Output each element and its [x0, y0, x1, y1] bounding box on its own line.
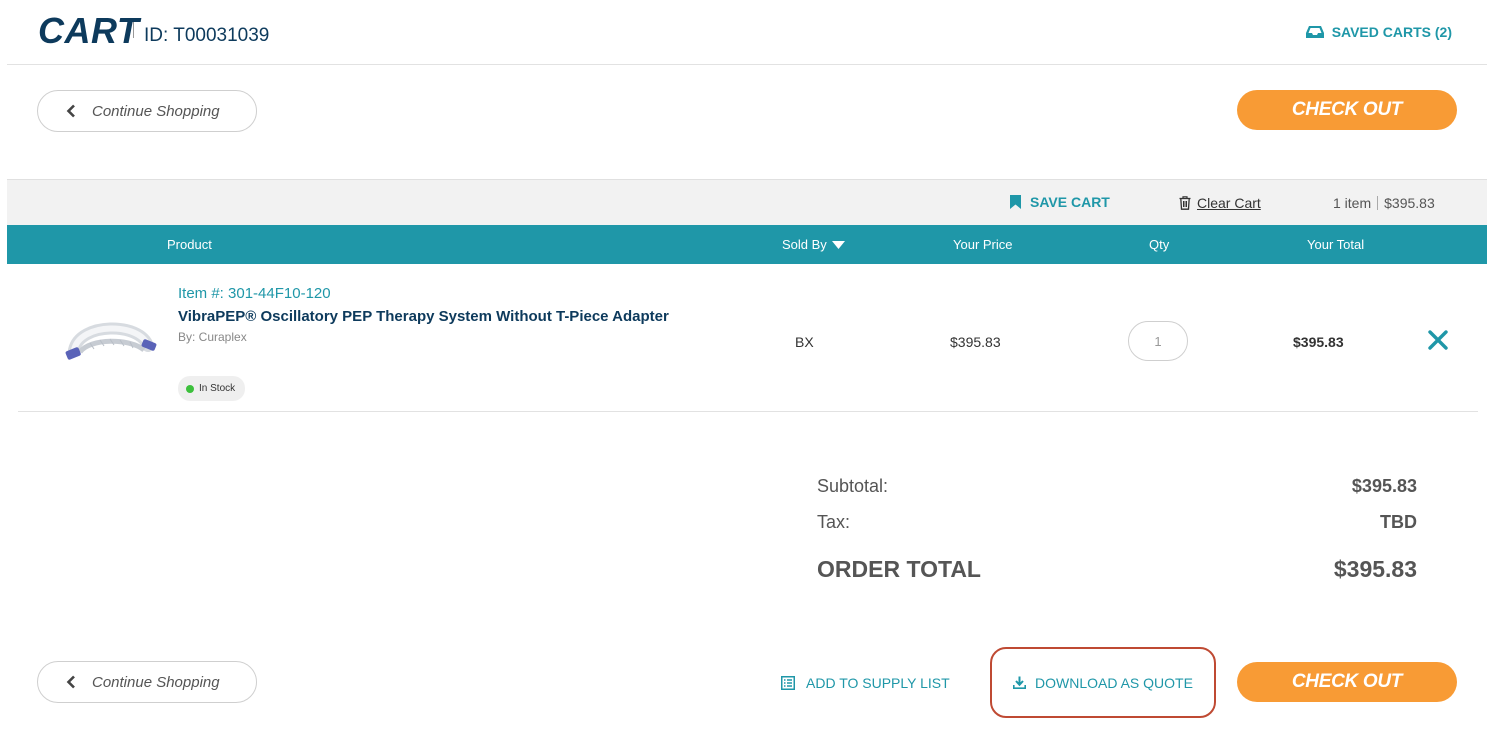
title-divider	[133, 22, 134, 38]
continue-shopping-label: Continue Shopping	[92, 102, 220, 120]
add-to-supply-list-label: ADD TO SUPPLY LIST	[806, 675, 950, 691]
header-sold-by[interactable]: Sold By	[782, 237, 845, 252]
continue-shopping-label: Continue Shopping	[92, 673, 220, 691]
in-stock-dot-icon	[186, 384, 194, 393]
subtotal-value: $395.83	[1351, 476, 1417, 496]
summary-divider	[1377, 196, 1379, 210]
table-row: Item #: 301-44F10-120 VibraPEP® Oscillat…	[18, 264, 1478, 412]
download-icon	[1013, 676, 1027, 689]
sold-by-value: BX	[795, 334, 814, 350]
check-out-button-bottom[interactable]: CHECK OUT	[1237, 662, 1457, 702]
download-as-quote-label: DOWNLOAD AS QUOTE	[1035, 674, 1193, 691]
header-your-total: Your Total	[1307, 237, 1365, 252]
cart-header: CART ID: T00031039 SAVED CARTS (2)	[0, 0, 1490, 64]
tax-value: TBD	[1380, 512, 1417, 532]
check-out-button-top[interactable]: CHECK OUT	[1237, 90, 1457, 130]
cart-item-summary: 1 item $395.83	[1333, 195, 1435, 211]
chevron-left-icon	[66, 675, 75, 689]
header-sold-by-label: Sold By	[782, 237, 827, 252]
subtotal-label: Subtotal:	[817, 476, 889, 496]
tax-label: Tax:	[817, 512, 851, 532]
saved-carts-label: SAVED CARTS (2)	[1331, 24, 1452, 40]
order-total-value: $395.83	[1333, 556, 1417, 582]
order-total-line: ORDER TOTAL $395.83	[817, 556, 1417, 583]
price-value: $395.83	[950, 334, 1001, 350]
cart-id: ID: T00031039	[144, 25, 270, 46]
item-number[interactable]: Item #: 301-44F10-120	[178, 285, 331, 302]
page-title: CART	[38, 10, 140, 51]
continue-shopping-button-top[interactable]: Continue Shopping	[37, 90, 257, 132]
save-cart-label: SAVE CART	[1030, 194, 1110, 210]
trash-icon	[1179, 196, 1191, 210]
product-image	[65, 322, 157, 360]
chevron-left-icon	[66, 104, 75, 118]
bookmark-icon	[1010, 195, 1021, 209]
caret-down-icon	[831, 240, 845, 249]
add-to-supply-list-button[interactable]: ADD TO SUPPLY LIST	[781, 675, 950, 691]
saved-carts-link[interactable]: SAVED CARTS (2)	[1305, 24, 1452, 40]
download-as-quote-button[interactable]: DOWNLOAD AS QUOTE	[990, 647, 1216, 718]
header-product: Product	[167, 237, 212, 252]
inbox-tray-icon	[1305, 26, 1324, 38]
continue-shopping-button-bottom[interactable]: Continue Shopping	[37, 661, 257, 703]
subtotal-line: Subtotal: $395.83	[817, 476, 1417, 497]
quantity-input[interactable]	[1128, 321, 1188, 361]
cart-table-header: Product Sold By Your Price Qty Your Tota…	[7, 225, 1487, 264]
tax-line: Tax: TBD	[817, 512, 1417, 533]
list-icon	[781, 676, 795, 690]
header-your-price: Your Price	[953, 237, 1013, 252]
clear-cart-label: Clear Cart	[1197, 195, 1261, 211]
save-cart-button[interactable]: SAVE CART	[1010, 194, 1110, 210]
toolbar-total: $395.83	[1384, 195, 1435, 211]
clear-cart-button[interactable]: Clear Cart	[1179, 195, 1261, 211]
header-qty: Qty	[1149, 237, 1170, 252]
stock-badge: In Stock	[178, 376, 246, 401]
product-name[interactable]: VibraPEP® Oscillatory PEP Therapy System…	[178, 308, 669, 325]
order-total-label: ORDER TOTAL	[817, 556, 981, 582]
check-out-label: CHECK OUT	[1291, 99, 1403, 120]
row-total-value: $395.83	[1293, 334, 1344, 350]
header-divider	[7, 64, 1487, 65]
product-manufacturer: By: Curaplex	[178, 330, 247, 344]
stock-label: In Stock	[199, 383, 236, 394]
item-count: 1 item	[1333, 195, 1372, 211]
remove-item-icon[interactable]	[1428, 330, 1448, 350]
check-out-label: CHECK OUT	[1291, 671, 1403, 692]
cart-toolbar: SAVE CART Clear Cart 1 item $395.83	[7, 179, 1487, 225]
